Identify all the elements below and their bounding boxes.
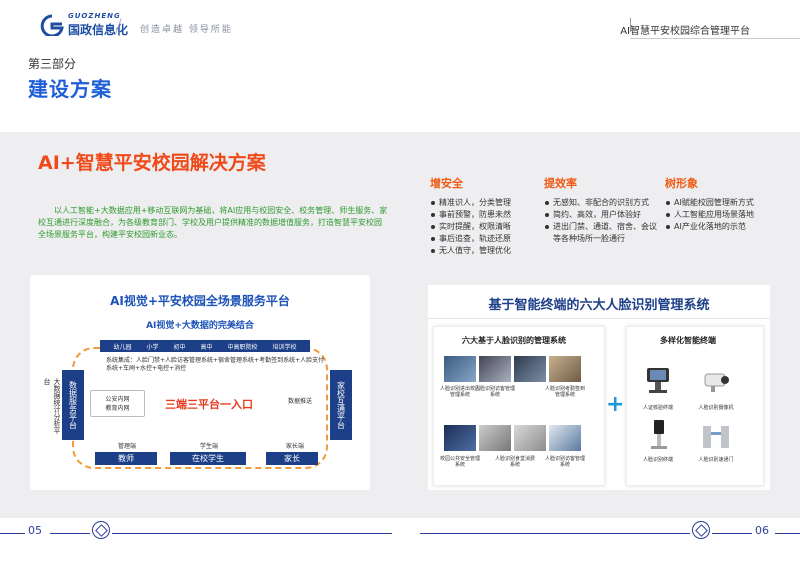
level-label: 中高职院校 [227,343,258,351]
device-caption: 人脸识别终端 [642,457,673,463]
platform-name: AI智慧平安校园综合管理平台 [620,26,750,37]
list-item: AI赋能校园管理新方式 [665,197,795,209]
logo-text-en: GUOZHENG [68,12,121,20]
system-image [549,425,581,451]
data-push-label: 数据推送 [288,398,313,405]
id-verification-terminal-image [643,362,673,394]
data-service-platform: 数据服务平台 [62,370,84,440]
logo-icon [40,14,64,36]
brochure-spread: GUOZHENG 国政信息化 创造卓越 领导所能 AI智慧平安校园综合管理平台 … [0,0,800,562]
intranet-box: 公安内网 教育内网 [90,390,145,417]
system-caption: 人脸识别访客管理系统 [474,386,515,398]
system-image [444,425,476,451]
footer-rule [0,533,25,534]
list-item: 精准识人，分类管理 [430,197,560,209]
level-label: 培训学校 [272,343,297,351]
list-item: 无人值守，管理优化 [430,245,560,257]
level-label: 幼儿园 [113,343,132,351]
devices-panel-title: 多样化智能终端 [660,336,716,345]
section-title: 建设方案 [28,77,112,101]
system-caption: 人脸识别食堂消费系统 [494,456,535,468]
bigdata-label: 大数据统计分析平台 [43,378,61,434]
center-slogan: 三端三平台一入口 [165,398,253,411]
level-label: 小学 [146,343,159,351]
system-image [444,356,476,382]
student-box: 在校学生 [170,452,246,465]
column-title: 增安全 [430,177,463,190]
device-caption: 人脸识别速通门 [698,457,734,463]
student-label: 学生端 [200,443,219,450]
system-image [479,356,511,382]
solution-intro: 以人工智能+大数据应用+移动互联网为基础，将AI应用与校园安全、校务管理、师生服… [38,206,388,239]
school-levels-bar: 幼儿园 小学 初中 高中 中高职院校 培训学校 [100,340,310,352]
footer-rule [112,533,392,534]
police-badge-icon [692,521,710,539]
divider [428,318,770,319]
device-caption: 人脸识别摄像机 [698,405,734,411]
system-integration-text: 系统集成：人脸门禁+人脸访客管理系统+宿舍管理系统+考勤签到系统+人脸支付系统+… [106,357,325,372]
systems-panel-title: 六大基于人脸识别的管理系统 [462,336,566,345]
system-image [514,425,546,451]
solution-title: AI+智慧平安校园解决方案 [38,152,266,174]
system-caption: 人脸识别考勤签到管理系统 [544,386,585,398]
footer-rule [712,533,752,534]
benefit-column-efficiency: 提效率 无感知、非配合的识别方式 简约、高效，用户体验好 进出门禁、通道、宿舍、… [544,175,662,245]
footer-rule [775,533,800,534]
diagram-title: AI视觉+平安校园全场景服务平台 [110,294,290,308]
parent-label: 家长端 [286,443,305,450]
list-item: 事前预警，防患未然 [430,209,560,221]
header: GUOZHENG 国政信息化 创造卓越 领导所能 AI智慧平安校园综合管理平台 [0,0,800,44]
header-rule [630,38,800,39]
list-item: 人工智能应用场景落地 [665,209,795,221]
footer-rule [420,533,690,534]
device-caption: 人证核验终端 [642,405,673,411]
face-camera-image [701,364,731,396]
slogan: 创造卓越 领导所能 [140,25,233,35]
home-school-platform: 家校互通平台 [330,370,352,440]
system-caption: 人脸识别访客管理系统 [544,456,585,468]
footer-rule [50,533,90,534]
level-label: 高中 [200,343,213,351]
list-item: 实时提醒，权限清晰 [430,221,560,233]
page-number-left: 05 [28,524,42,537]
face-terminal-image [643,418,673,450]
list-item: 进出门禁、通道、宿舍、会议等各种场所一脸通行 [544,221,662,245]
column-title: 提效率 [544,177,577,190]
list-item: AI产业化落地的示范 [665,221,795,233]
system-image [514,356,546,382]
page-number-right: 06 [755,524,769,537]
system-image [479,425,511,451]
column-title: 树形象 [665,177,698,190]
system-caption: 校园公共安全管理系统 [439,456,480,468]
benefit-column-safety: 增安全 精准识人，分类管理 事前预警，防患未然 实时提醒，权限清晰 事后追查，轨… [430,175,560,257]
teacher-box: 教师 [95,452,157,465]
diagram-subtitle: AI视觉+大数据的完美结合 [146,321,254,331]
plus-icon: + [606,392,625,417]
section-part: 第三部分 [28,57,77,71]
list-item: 简约、高效，用户体验好 [544,209,662,221]
admin-label: 管理端 [118,443,137,450]
police-badge-icon [92,521,110,539]
speed-gate-image [701,418,731,450]
face-system-title: 基于智能终端的六大人脸识别管理系统 [488,298,710,313]
benefit-column-image: 树形象 AI赋能校园管理新方式 人工智能应用场景落地 AI产业化落地的示范 [665,175,795,233]
list-item: 无感知、非配合的识别方式 [544,197,662,209]
list-item: 事后追查，轨迹还原 [430,233,560,245]
parent-box: 家长 [266,452,318,465]
system-image [549,356,581,382]
level-label: 初中 [173,343,186,351]
